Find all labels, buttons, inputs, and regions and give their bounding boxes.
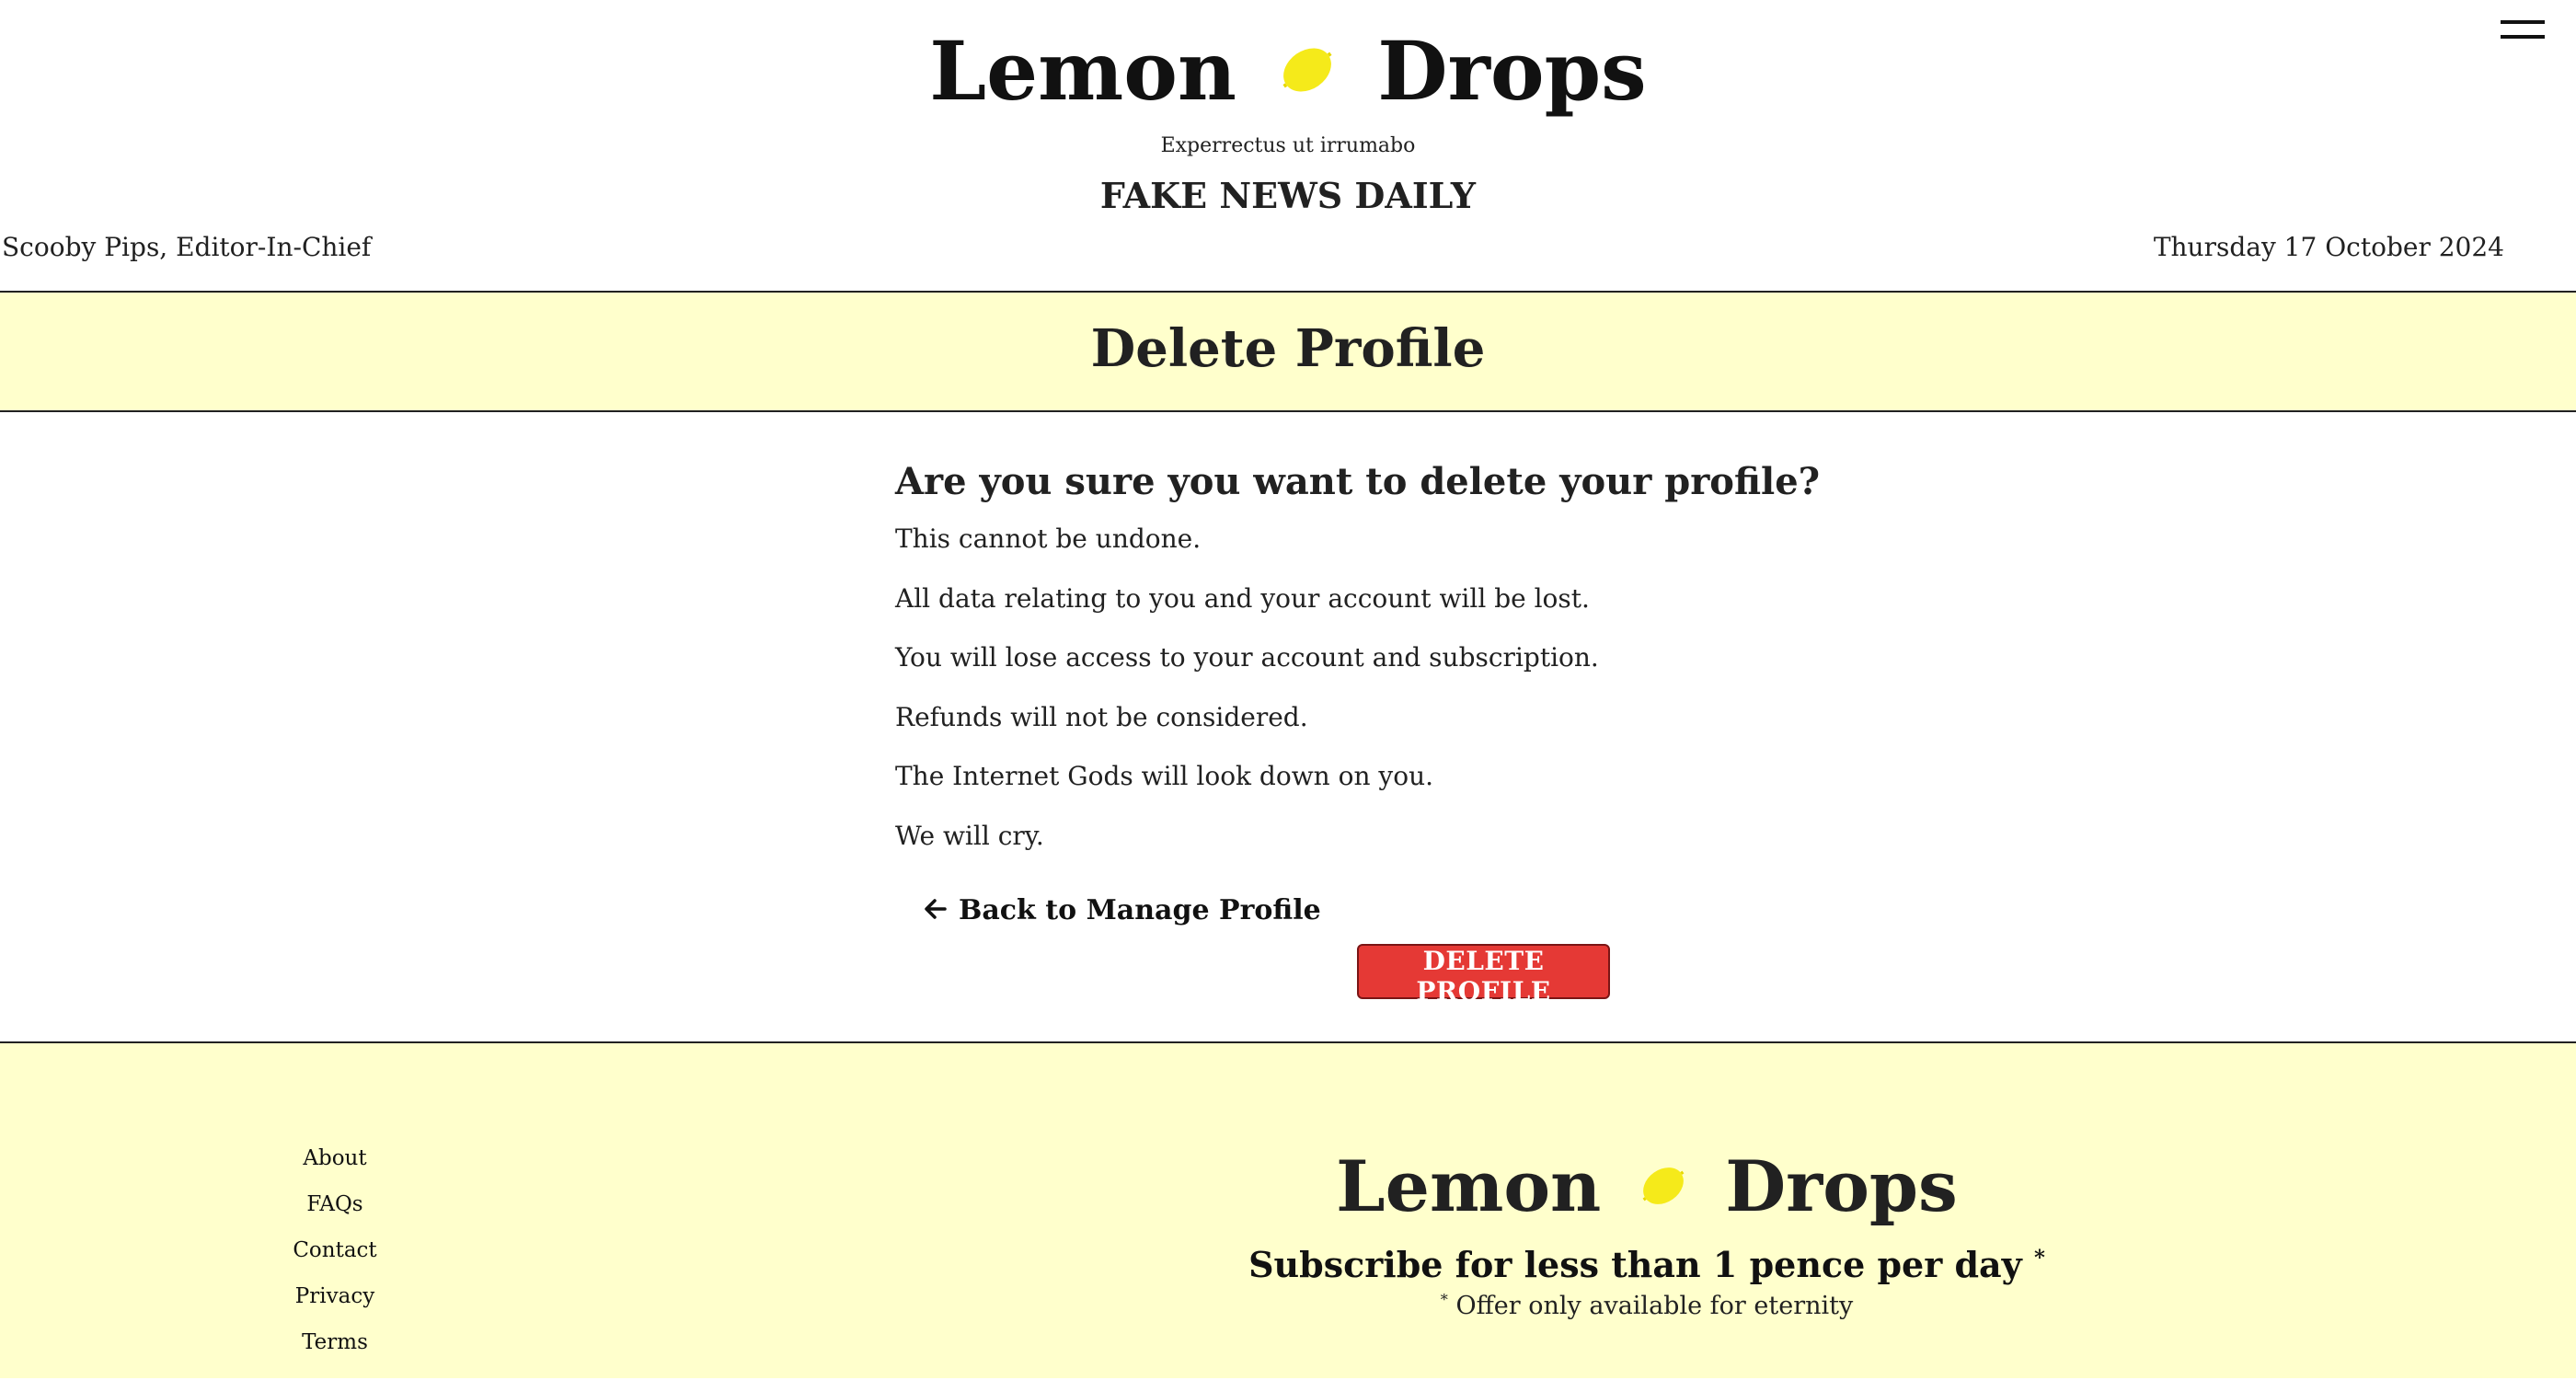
main-content: Are you sure you want to delete your pro… (0, 412, 2576, 1043)
footer-link-about[interactable]: About (303, 1146, 366, 1170)
menu-line (2501, 20, 2545, 24)
warning-text: This cannot be undone. (895, 523, 1202, 554)
page-root: Lemon Drops Experrectus ut irrumabo FAKE… (0, 0, 2576, 1380)
lemon-icon (1278, 20, 1337, 121)
footer-link-privacy[interactable]: Privacy (295, 1284, 374, 1308)
offer-text: Offer only available for eternity (1455, 1292, 1854, 1320)
warning-text: We will cry. (895, 820, 1044, 851)
footer-link-faqs[interactable]: FAQs (306, 1192, 362, 1216)
site-header: Lemon Drops Experrectus ut irrumabo FAKE… (0, 0, 2576, 293)
brand-right: Drops (1377, 23, 1647, 119)
lemon-icon (1639, 1141, 1688, 1233)
offer-asterisk: * (1440, 1291, 1448, 1308)
footer-link-item: Terms (243, 1319, 427, 1365)
delete-confirmation: Are you sure you want to delete your pro… (895, 456, 1821, 877)
arrow-left-icon (924, 896, 948, 928)
footer-link-item: About (243, 1135, 427, 1181)
warning-text: The Internet Gods will look down on you. (895, 761, 1434, 791)
footer-link-terms[interactable]: Terms (302, 1330, 368, 1354)
footer-brand: Lemon Drops Subscribe for less than 1 pe… (1187, 1135, 2107, 1320)
warning-text: You will lose access to your account and… (895, 642, 1599, 673)
menu-line (2501, 35, 2545, 39)
paper-name: FAKE NEWS DAILY (1099, 175, 1477, 216)
footer-link-contact[interactable]: Contact (293, 1238, 376, 1262)
footer-brand-left: Lemon (1336, 1145, 1602, 1227)
warning-text: All data relating to you and your accoun… (895, 582, 1590, 614)
footer-logo[interactable]: Lemon Drops (1187, 1135, 2107, 1233)
footer-link-item: Privacy (243, 1273, 427, 1319)
confirmation-question: Are you sure you want to delete your pro… (895, 460, 1821, 503)
hamburger-menu-icon[interactable] (2501, 17, 2548, 44)
footer-nav: About FAQs Contact Privacy Terms (243, 1135, 427, 1365)
subscribe-text: Subscribe for less than 1 pence per day (1248, 1244, 2022, 1285)
offer-footnote: * Offer only available for eternity (1187, 1291, 2107, 1320)
page-title: Delete Profile (1090, 318, 1486, 379)
footer-brand-right: Drops (1725, 1145, 1958, 1227)
footer-link-item: Contact (243, 1227, 427, 1273)
subscribe-asterisk: * (2034, 1246, 2045, 1271)
delete-profile-button[interactable]: DELETE PROFILE (1357, 944, 1610, 1006)
warning-text: Refunds will not be considered. (895, 701, 1308, 732)
editor-credit: Scooby Pips, Editor-In-Chief (2, 232, 372, 262)
back-link-label: Back to Manage Profile (959, 894, 1321, 926)
tagline: Experrectus ut irrumabo (1160, 134, 1416, 157)
subscribe-offer: Subscribe for less than 1 pence per day … (1187, 1244, 2107, 1285)
brand-left: Lemon (929, 23, 1236, 119)
site-footer: About FAQs Contact Privacy Terms Lemon D… (0, 1043, 2576, 1378)
back-to-manage-profile-link[interactable]: Back to Manage Profile (924, 894, 1321, 928)
current-date: Thursday 17 October 2024 (2153, 232, 2504, 262)
footer-link-item: FAQs (243, 1181, 427, 1227)
site-logo[interactable]: Lemon Drops (0, 13, 2576, 121)
page-title-band: Delete Profile (0, 293, 2576, 412)
